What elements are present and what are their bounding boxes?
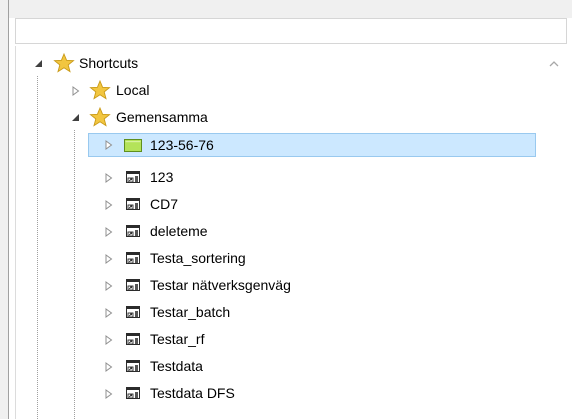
expand-arrow-icon[interactable] (102, 245, 116, 272)
search-input[interactable] (15, 18, 567, 44)
expand-arrow-icon[interactable] (102, 299, 116, 326)
shortcut-icon (122, 194, 144, 214)
tree-item-testdata[interactable]: Testdata (16, 353, 536, 380)
expand-arrow-icon[interactable] (102, 380, 116, 407)
tree-item-label: Testar_batch (150, 304, 231, 320)
tree-item-label: Gemensamma (116, 109, 208, 125)
tree-item-gemensamma[interactable]: Gemensamma (16, 104, 536, 131)
tree-item-123[interactable]: 123 (16, 164, 536, 191)
expand-arrow-icon[interactable] (102, 272, 116, 299)
collapse-arrow-icon[interactable] (32, 50, 46, 77)
tree-item-label: Testdata DFS (150, 385, 235, 401)
tree-item-local[interactable]: Local (16, 77, 536, 104)
shortcut-icon (122, 302, 144, 322)
star-icon (89, 107, 111, 127)
tree-item-testar-rf[interactable]: Testar_rf (16, 326, 536, 353)
tree-item-label: Shortcuts (79, 55, 139, 71)
tree-item-label: 123-56-76 (150, 137, 214, 153)
star-icon (53, 53, 75, 73)
star-icon (89, 80, 111, 100)
tree-item-shortcuts[interactable]: Shortcuts (16, 50, 536, 77)
tree-item-label: CD7 (150, 196, 179, 212)
expand-arrow-icon[interactable] (102, 164, 116, 191)
chevron-up-icon (549, 61, 559, 67)
expand-arrow-icon[interactable] (102, 353, 116, 380)
top-strip (9, 0, 572, 18)
shortcut-icon (122, 329, 144, 349)
tree-item-label: Testdata (150, 358, 203, 374)
explorer-window: Shortcuts Local Gemensamma 123-56-76 123… (8, 0, 572, 419)
scroll-up-button[interactable] (546, 58, 562, 72)
shortcut-icon (122, 383, 144, 403)
tree-item-label: Testa_sortering (150, 250, 246, 266)
shortcut-icon (122, 275, 144, 295)
expand-arrow-icon[interactable] (102, 133, 116, 157)
tree-item-123-56-76[interactable]: 123-56-76 (16, 133, 536, 160)
tree-item-label: Testar nätverksgenväg (150, 277, 291, 293)
shortcut-icon (122, 221, 144, 241)
shortcuts-tree[interactable]: Shortcuts Local Gemensamma 123-56-76 123… (15, 46, 567, 419)
shortcut-icon (122, 167, 144, 187)
expand-arrow-icon[interactable] (102, 191, 116, 218)
tree-item-deleteme[interactable]: deleteme (16, 218, 536, 245)
tree-item-testar-batch[interactable]: Testar_batch (16, 299, 536, 326)
tree-item-testdata-dfs[interactable]: Testdata DFS (16, 380, 536, 407)
tree-item-label: 123 (150, 169, 174, 185)
expand-arrow-icon[interactable] (102, 326, 116, 353)
green-folder-icon (122, 135, 144, 155)
shortcut-icon (122, 248, 144, 268)
collapse-arrow-icon[interactable] (69, 104, 83, 131)
tree-item-label: Local (116, 82, 150, 98)
tree-item-cd7[interactable]: CD7 (16, 191, 536, 218)
expand-arrow-icon[interactable] (69, 77, 83, 104)
tree-item-label: deleteme (150, 223, 208, 239)
tree-item-testa-sortering[interactable]: Testa_sortering (16, 245, 536, 272)
expand-arrow-icon[interactable] (102, 218, 116, 245)
shortcut-icon (122, 356, 144, 376)
tree-item-testar-natverksgenvag[interactable]: Testar nätverksgenväg (16, 272, 536, 299)
tree-item-label: Testar_rf (150, 331, 205, 347)
